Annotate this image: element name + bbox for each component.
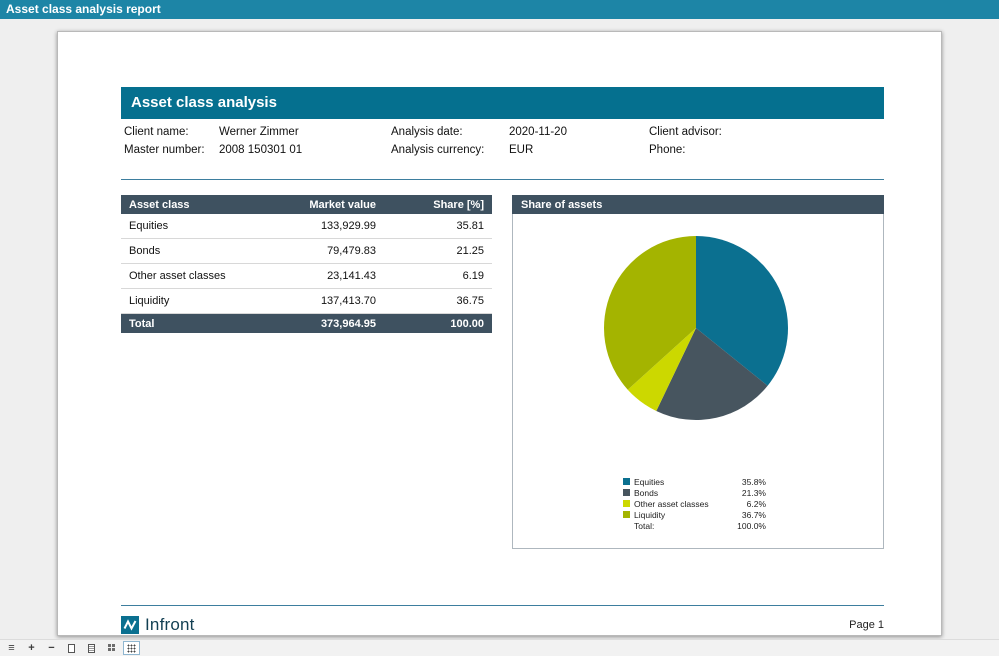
legend-total-value: 100.0%	[728, 521, 766, 531]
window-titlebar: Asset class analysis report	[0, 0, 999, 19]
pie-chart	[513, 222, 885, 462]
legend-swatch	[623, 500, 630, 507]
asset-class-cell: Other asset classes	[121, 270, 264, 282]
legend-swatch	[623, 478, 630, 485]
report-title-band: Asset class analysis	[121, 87, 884, 119]
legend-label: Liquidity	[634, 510, 728, 520]
market-value-cell: 133,929.99	[264, 220, 384, 232]
chart-legend: Equities35.8%Bonds21.3%Other asset class…	[623, 476, 773, 531]
share-header: Share [%]	[384, 199, 492, 211]
legend-swatch-empty	[623, 522, 630, 529]
market-value-cell: 79,479.83	[264, 245, 384, 257]
asset-class-header: Asset class	[121, 199, 264, 211]
report-footer: Infront Page 1	[121, 612, 884, 638]
legend-label: Other asset classes	[634, 499, 728, 509]
brand-name: Infront	[145, 615, 195, 635]
brand: Infront	[121, 615, 195, 635]
master-number-label: Master number:	[124, 144, 205, 156]
legend-swatch	[623, 511, 630, 518]
zoom-out-button[interactable]: −	[43, 641, 60, 655]
analysis-date-label: Analysis date:	[391, 126, 463, 138]
legend-label: Bonds	[634, 488, 728, 498]
table-row: Equities133,929.9935.81	[121, 214, 492, 239]
infront-logo-icon	[121, 616, 139, 634]
client-advisor-label: Client advisor:	[649, 126, 722, 138]
header-divider	[121, 179, 884, 180]
table-row: Liquidity137,413.7036.75	[121, 289, 492, 314]
market-value-header: Market value	[264, 199, 384, 211]
share-cell: 21.25	[384, 245, 492, 257]
legend-value: 6.2%	[728, 499, 766, 509]
total-label: Total	[121, 318, 264, 330]
report-page: Asset class analysis Client name: Werner…	[57, 31, 942, 636]
legend-value: 36.7%	[728, 510, 766, 520]
analysis-currency-label: Analysis currency:	[391, 144, 484, 156]
share-cell: 36.75	[384, 295, 492, 307]
asset-class-cell: Bonds	[121, 245, 264, 257]
legend-value: 35.8%	[728, 477, 766, 487]
text-page-icon	[88, 644, 95, 653]
client-name-label: Client name:	[124, 126, 189, 138]
report-preview-area: Asset class analysis Client name: Werner…	[0, 19, 999, 639]
legend-label: Equities	[634, 477, 728, 487]
footer-divider	[121, 605, 884, 606]
share-of-assets-panel: Share of assets Equities35.8%Bonds21.3%O…	[512, 195, 884, 549]
window-title: Asset class analysis report	[6, 2, 161, 16]
asset-class-cell: Equities	[121, 220, 264, 232]
analysis-currency-value: EUR	[509, 144, 533, 156]
zoom-out-icon: −	[48, 642, 54, 654]
market-value-cell: 23,141.43	[264, 270, 384, 282]
analysis-date-value: 2020-11-20	[509, 126, 567, 138]
multi-page-view-button[interactable]	[103, 641, 120, 655]
legend-item: Liquidity36.7%	[623, 509, 773, 520]
chart-panel-body: Equities35.8%Bonds21.3%Other asset class…	[513, 214, 883, 547]
master-number-value: 2008 150301 01	[219, 144, 302, 156]
zoom-in-icon: +	[28, 642, 34, 654]
legend-total: Total:100.0%	[623, 520, 773, 531]
client-info: Client name: Werner Zimmer Master number…	[121, 119, 884, 179]
table-row: Bonds79,479.8321.25	[121, 239, 492, 264]
legend-item: Bonds21.3%	[623, 487, 773, 498]
asset-class-cell: Liquidity	[121, 295, 264, 307]
table-header-row: Asset class Market value Share [%]	[121, 195, 492, 214]
menu-button[interactable]: ≡	[3, 641, 20, 655]
single-page-icon	[68, 644, 75, 653]
share-cell: 6.19	[384, 270, 492, 282]
client-name-value: Werner Zimmer	[219, 126, 299, 138]
thumbnail-grid-view-button[interactable]	[123, 641, 140, 655]
share-cell: 35.81	[384, 220, 492, 232]
phone-label: Phone:	[649, 144, 685, 156]
page-number: Page 1	[849, 619, 884, 631]
legend-value: 21.3%	[728, 488, 766, 498]
menu-icon: ≡	[8, 642, 14, 654]
table-total-row: Total 373,964.95 100.00	[121, 314, 492, 333]
table-row: Other asset classes23,141.436.19	[121, 264, 492, 289]
single-page-view-button[interactable]	[63, 641, 80, 655]
bottom-toolbar: ≡ + −	[0, 639, 999, 656]
zoom-in-button[interactable]: +	[23, 641, 40, 655]
asset-class-table: Asset class Market value Share [%] Equit…	[121, 195, 492, 333]
legend-swatch	[623, 489, 630, 496]
legend-item: Other asset classes6.2%	[623, 498, 773, 509]
chart-panel-title: Share of assets	[521, 199, 602, 211]
four-pages-icon	[108, 644, 116, 652]
text-page-view-button[interactable]	[83, 641, 100, 655]
chart-panel-header: Share of assets	[512, 195, 884, 214]
report-title: Asset class analysis	[131, 94, 277, 111]
total-market-value: 373,964.95	[264, 318, 384, 330]
legend-total-label: Total:	[634, 521, 728, 531]
legend-item: Equities35.8%	[623, 476, 773, 487]
grid-dots-icon	[127, 644, 136, 653]
total-share: 100.00	[384, 318, 492, 330]
market-value-cell: 137,413.70	[264, 295, 384, 307]
table-body: Equities133,929.9935.81Bonds79,479.8321.…	[121, 214, 492, 314]
